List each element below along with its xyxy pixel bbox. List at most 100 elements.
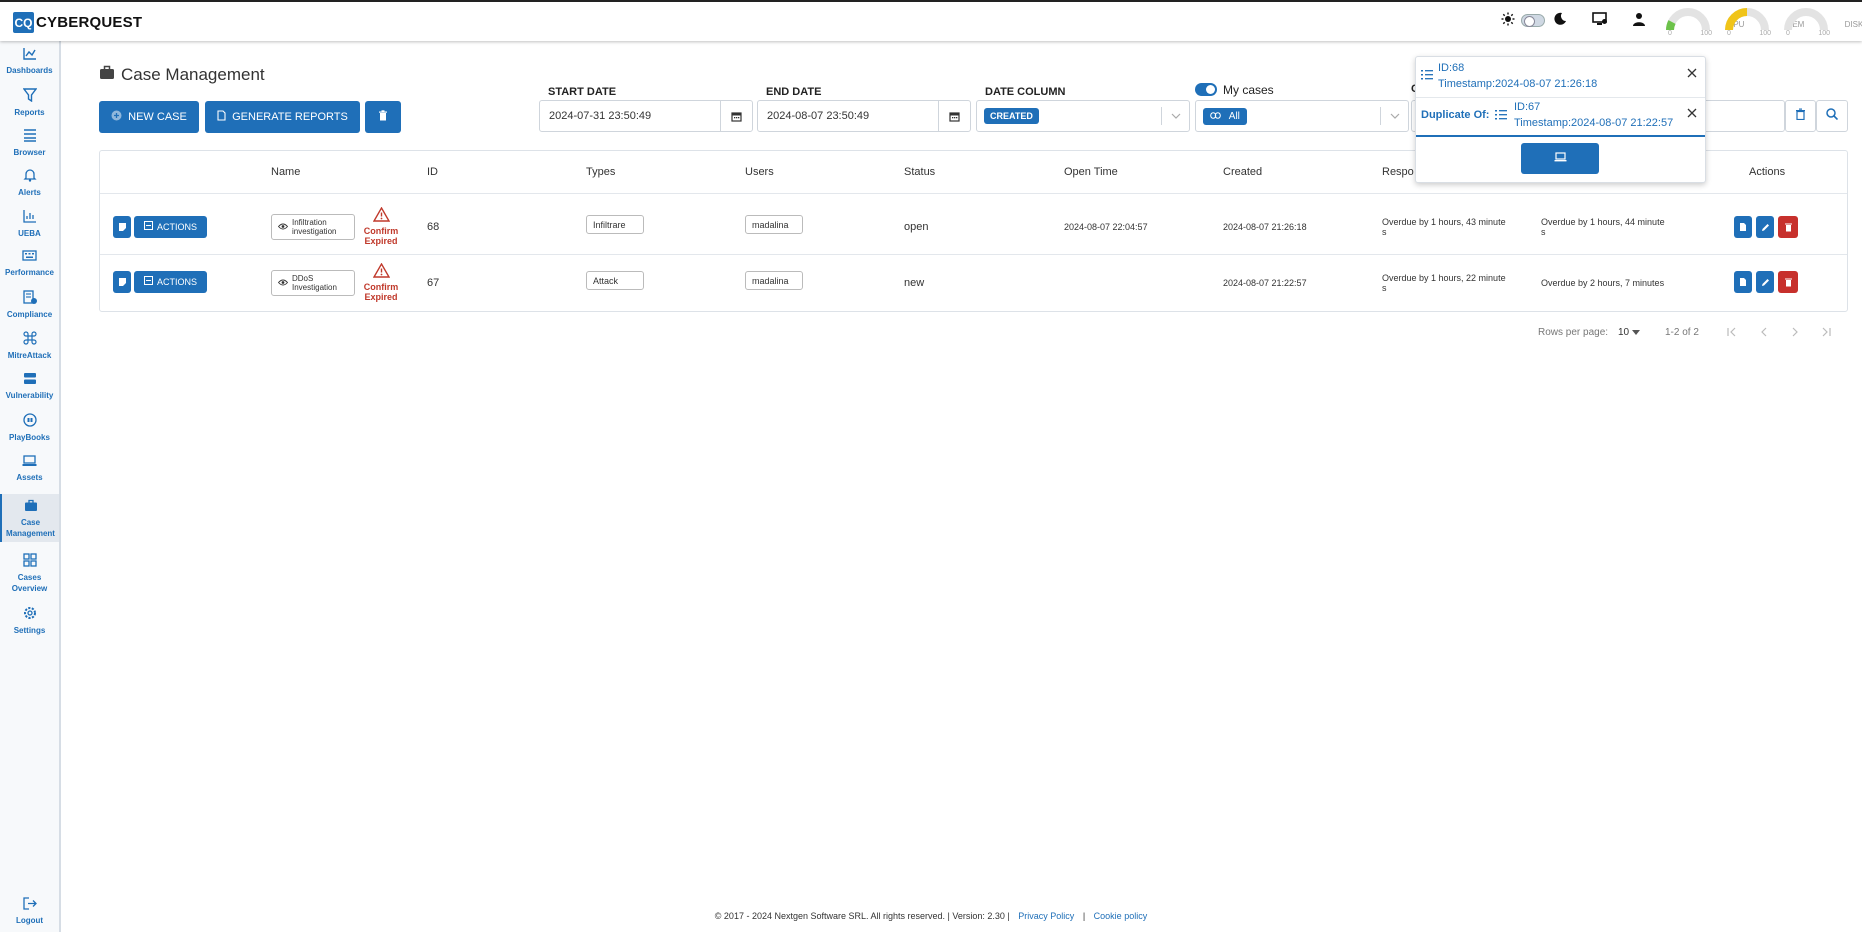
calendar-icon[interactable] bbox=[938, 101, 970, 131]
row-delete-button[interactable] bbox=[1778, 271, 1798, 293]
row-actions-button[interactable]: ACTIONS bbox=[134, 271, 207, 293]
chevron-down-icon[interactable] bbox=[1380, 107, 1408, 125]
end-date-input[interactable]: 2024-08-07 23:50:49 bbox=[757, 100, 971, 132]
chevron-down-icon[interactable] bbox=[1161, 107, 1189, 125]
close-icon[interactable] bbox=[1687, 106, 1697, 121]
row-notes-button[interactable] bbox=[113, 271, 131, 293]
briefcase-icon bbox=[2, 499, 59, 515]
row-divider bbox=[100, 254, 1847, 255]
sidebar-item-alerts[interactable]: Alerts bbox=[0, 168, 59, 198]
sidebar-item-dashboards[interactable]: Dashboards bbox=[0, 47, 59, 76]
sidebar-item-vulnerability[interactable]: Vulnerability bbox=[0, 372, 59, 401]
sidebar-item-reports[interactable]: Reports bbox=[0, 88, 59, 118]
close-icon[interactable] bbox=[1687, 66, 1697, 81]
duplicates-popup: ID:68 Timestamp:2024-08-07 21:26:18 Dupl… bbox=[1415, 56, 1706, 183]
calendar-icon[interactable] bbox=[720, 101, 752, 131]
sidebar-item-playbooks[interactable]: PlayBooks bbox=[0, 413, 59, 443]
popup-action-button[interactable] bbox=[1521, 143, 1599, 174]
popup-item1-timestamp: Timestamp:2024-08-07 21:26:18 bbox=[1438, 78, 1598, 90]
row-actions-button[interactable]: ACTIONS bbox=[134, 216, 207, 238]
resolution-line2: s bbox=[1541, 227, 1546, 237]
clear-filter-button[interactable] bbox=[1785, 100, 1816, 132]
new-case-button[interactable]: NEW CASE bbox=[99, 101, 199, 133]
actions-label: ACTIONS bbox=[156, 222, 197, 232]
privacy-policy-link[interactable]: Privacy Policy bbox=[1018, 911, 1074, 921]
column-header-created[interactable]: Created bbox=[1223, 166, 1262, 178]
duplicate-of-label: Duplicate Of: bbox=[1421, 109, 1490, 121]
popup-item2-id: ID:67 bbox=[1514, 101, 1541, 113]
first-page-icon[interactable] bbox=[1727, 327, 1737, 340]
sidebar-item-label: Reports bbox=[14, 108, 45, 117]
gauge-min: 0 bbox=[1727, 30, 1731, 37]
sun-icon bbox=[1501, 12, 1515, 26]
column-header-open-time[interactable]: Open Time bbox=[1064, 166, 1118, 178]
start-date-value: 2024-07-31 23:50:49 bbox=[549, 110, 652, 122]
sidebar-item-case-management[interactable]: Case Management bbox=[0, 494, 59, 542]
previous-page-icon[interactable] bbox=[1759, 327, 1769, 340]
sidebar-item-cases-overview[interactable]: Cases Overview bbox=[0, 553, 59, 594]
my-cases-value: All bbox=[1228, 111, 1240, 122]
eye-icon bbox=[277, 279, 289, 288]
case-name-tag[interactable]: DDoS Investigation bbox=[271, 270, 355, 296]
document-icon bbox=[217, 110, 226, 124]
link-icon bbox=[1210, 111, 1224, 122]
column-header-response[interactable]: Respo bbox=[1382, 166, 1414, 178]
row-notes-button[interactable] bbox=[113, 216, 131, 238]
next-page-icon[interactable] bbox=[1790, 327, 1800, 340]
row-edit-button[interactable] bbox=[1756, 216, 1774, 238]
moon-icon bbox=[1554, 12, 1567, 25]
sidebar-item-ueba[interactable]: UEBA bbox=[0, 209, 59, 239]
sidebar-item-performance[interactable]: Performance bbox=[0, 249, 59, 278]
sidebar-item-label: Alerts bbox=[18, 188, 41, 197]
case-name-tag[interactable]: Infiltration investigation bbox=[271, 214, 355, 240]
app-logo[interactable]: CQ CYBERQUEST bbox=[13, 12, 142, 33]
footer-separator: | bbox=[1082, 911, 1086, 921]
response-line1: Overdue by 1 hours, 22 minute bbox=[1382, 273, 1506, 283]
case-created: 2024-08-07 21:22:57 bbox=[1223, 278, 1307, 288]
sidebar-item-assets[interactable]: Assets bbox=[0, 454, 59, 483]
sidebar-item-compliance[interactable]: Compliance bbox=[0, 290, 59, 320]
sidebar-item-mitreattack[interactable]: MitreAttack bbox=[0, 331, 59, 361]
delete-cases-button[interactable] bbox=[365, 101, 401, 133]
grid-icon bbox=[0, 553, 59, 570]
cookie-policy-link[interactable]: Cookie policy bbox=[1094, 911, 1148, 921]
menu-icon bbox=[143, 221, 153, 233]
column-header-types[interactable]: Types bbox=[586, 166, 615, 178]
last-page-icon[interactable] bbox=[1821, 327, 1831, 340]
column-header-users[interactable]: Users bbox=[745, 166, 774, 178]
generate-reports-button[interactable]: GENERATE REPORTS bbox=[205, 101, 360, 133]
cpu-gauge: CPU 0 100 bbox=[1664, 8, 1744, 38]
column-header-status[interactable]: Status bbox=[904, 166, 935, 178]
caret-down-icon bbox=[1631, 327, 1640, 338]
column-header-name[interactable]: Name bbox=[271, 166, 300, 178]
disk-gauge: DISK 0 100 bbox=[1782, 8, 1862, 38]
command-icon bbox=[0, 331, 59, 348]
sidebar-item-label: UEBA bbox=[18, 229, 41, 238]
row-report-button[interactable] bbox=[1734, 271, 1752, 293]
gauge-min: 0 bbox=[1786, 30, 1790, 37]
briefcase-icon bbox=[99, 65, 115, 85]
rows-per-page-select[interactable]: 10 bbox=[1618, 327, 1640, 338]
gauge-max: 100 bbox=[1818, 30, 1830, 37]
sidebar-item-label: MitreAttack bbox=[7, 351, 52, 360]
monitor-icon[interactable] bbox=[1592, 12, 1608, 26]
row-report-button[interactable] bbox=[1734, 216, 1752, 238]
date-column-select[interactable]: CREATED bbox=[976, 100, 1190, 132]
sidebar-item-settings[interactable]: Settings bbox=[0, 606, 59, 636]
sidebar-item-browser[interactable]: Browser bbox=[0, 128, 59, 158]
row-delete-button[interactable] bbox=[1778, 216, 1798, 238]
user-icon[interactable] bbox=[1632, 12, 1646, 26]
start-date-input[interactable]: 2024-07-31 23:50:49 bbox=[539, 100, 753, 132]
date-column-label: DATE COLUMN bbox=[985, 86, 1066, 98]
my-cases-toggle[interactable] bbox=[1195, 83, 1217, 96]
response-line2: s bbox=[1382, 283, 1387, 293]
row-edit-button[interactable] bbox=[1756, 271, 1774, 293]
my-cases-select[interactable]: All bbox=[1195, 100, 1409, 132]
column-header-id[interactable]: ID bbox=[427, 166, 438, 178]
actions-label: ACTIONS bbox=[156, 277, 197, 287]
case-user-tag: madalina bbox=[745, 271, 803, 290]
keyboard-icon bbox=[0, 249, 59, 265]
sidebar-item-label: Browser bbox=[13, 148, 46, 157]
theme-toggle[interactable] bbox=[1521, 14, 1545, 27]
search-button[interactable] bbox=[1816, 100, 1848, 132]
